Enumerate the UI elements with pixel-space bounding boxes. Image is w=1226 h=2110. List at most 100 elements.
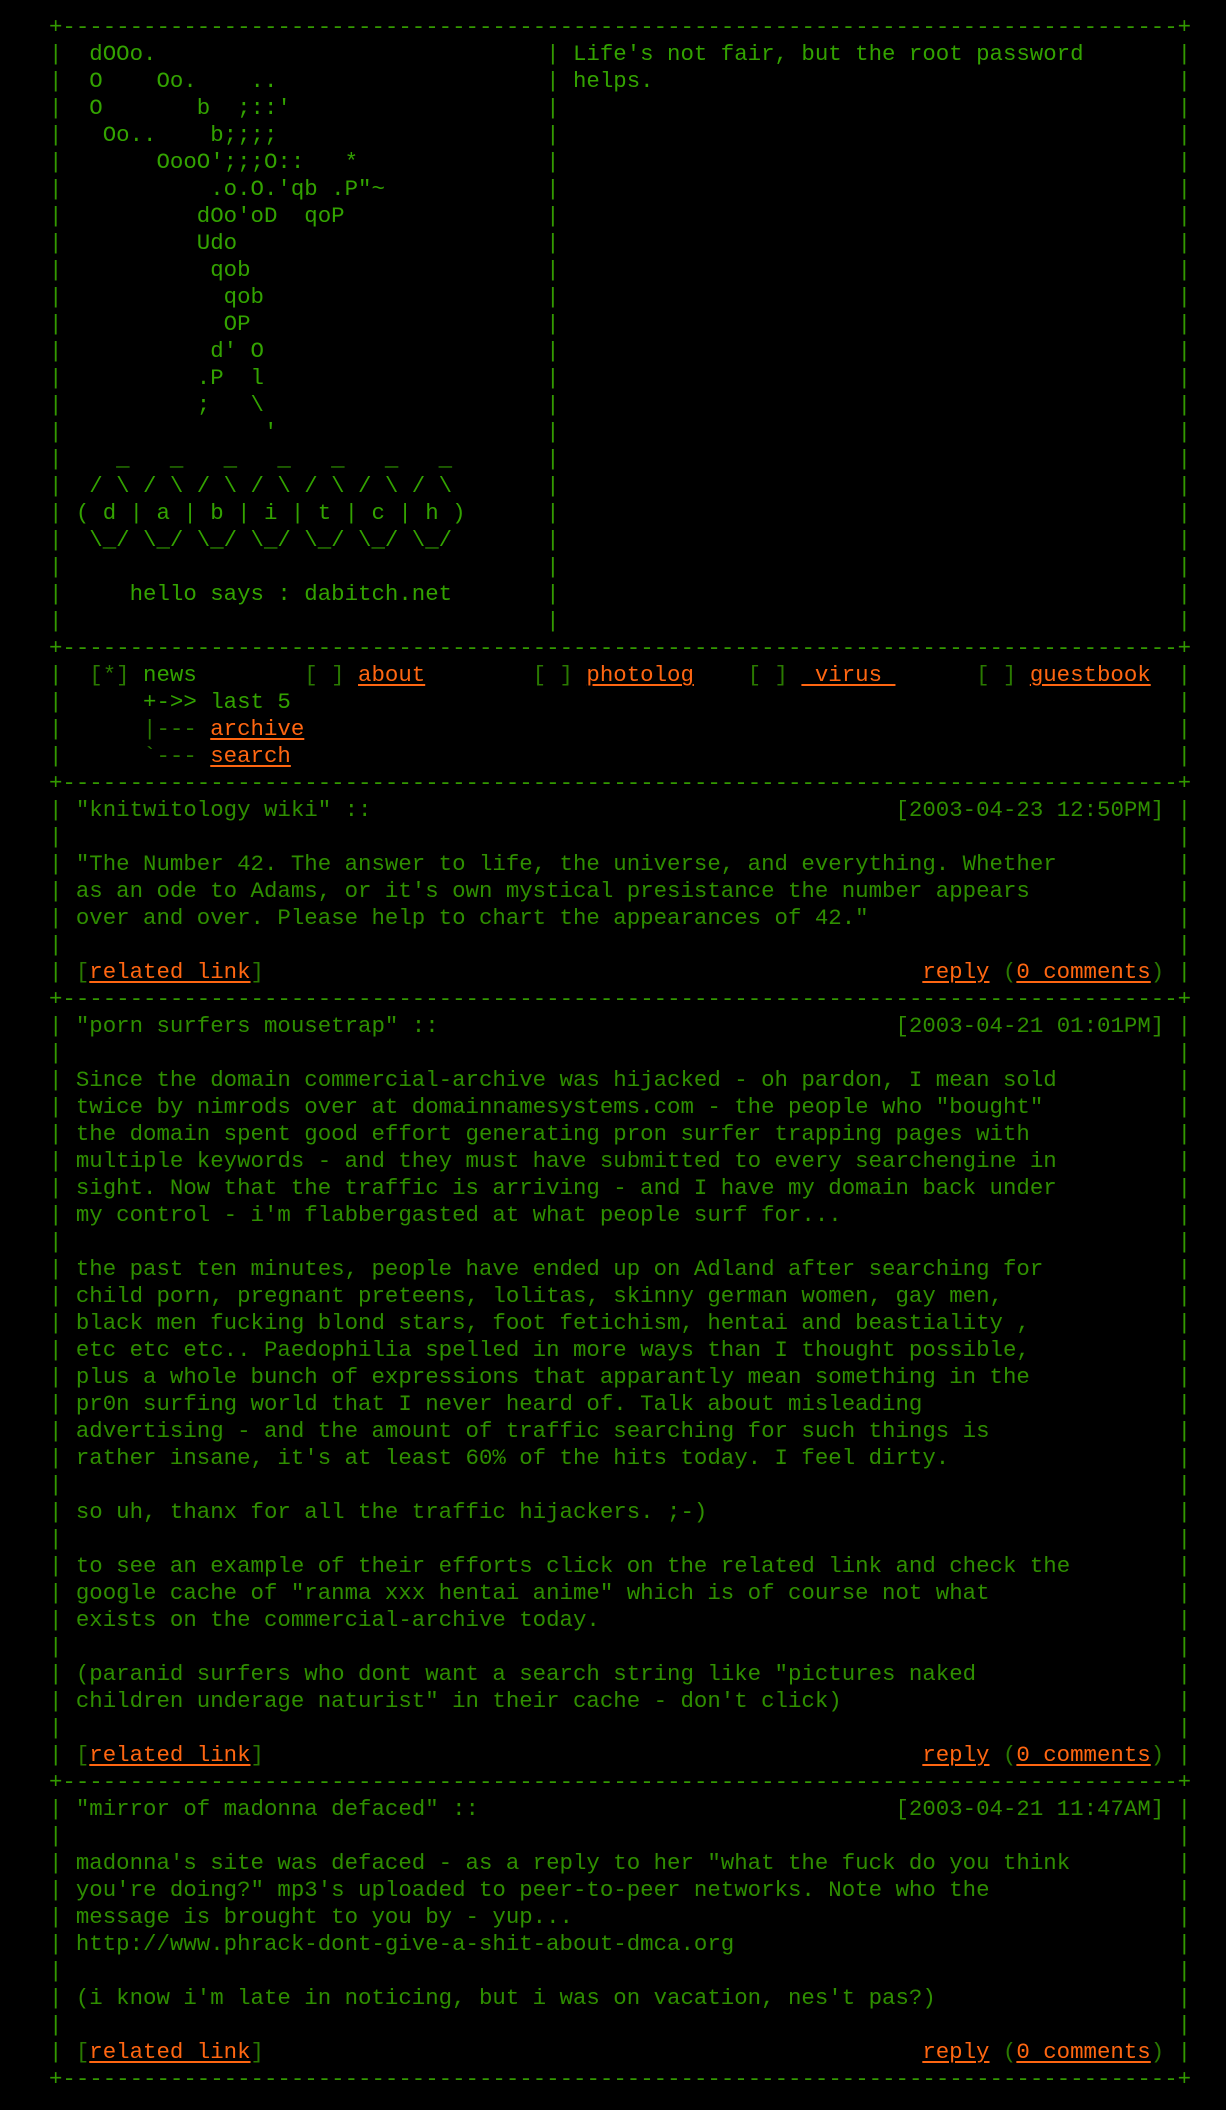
- post-title-row: | "mirror of madonna defaced" :: [2003-04…: [49, 1796, 1191, 1823]
- border-pipe: |: [1177, 1715, 1192, 1741]
- comments-link[interactable]: 0 comments: [1016, 959, 1150, 985]
- border-pipe: |: [49, 1364, 63, 1390]
- submenu-tree-branch: +->>: [143, 689, 211, 715]
- border-pipe: |: [1177, 1094, 1192, 1120]
- border-pipe: |: [1177, 1526, 1192, 1552]
- paren: ): [1150, 2039, 1165, 2065]
- empty: [573, 581, 1178, 608]
- reply-link[interactable]: reply: [922, 1742, 989, 1768]
- border-pipe: |: [1177, 1904, 1192, 1930]
- border-pipe: |: [1177, 1418, 1192, 1444]
- border-pipe: |: [49, 1283, 63, 1309]
- border-pipe: |: [49, 392, 63, 418]
- related-link[interactable]: related link: [89, 1742, 250, 1768]
- nav-item-virus[interactable]: [ ] virus: [748, 662, 976, 689]
- border-pipe: |: [49, 1067, 63, 1093]
- post-date: [2003-04-23 12:50PM]: [895, 797, 1165, 823]
- border-pipe: |: [1177, 1796, 1192, 1822]
- related-link[interactable]: related link: [89, 959, 250, 985]
- blank-row: | |: [49, 1715, 1191, 1742]
- empty: [573, 176, 1178, 203]
- submenu-item-archive[interactable]: |--- archive: [62, 716, 1177, 743]
- border-pipe: |: [49, 2012, 63, 2038]
- border-pipe: |: [546, 257, 560, 283]
- post-body-line: | twice by nimrods over at domainnamesys…: [49, 1094, 1191, 1121]
- submenu-prefix: [62, 716, 143, 742]
- nav-item-about[interactable]: [ ] about: [304, 662, 532, 689]
- post-body-line-text: plus a whole bunch of expressions that a…: [75, 1364, 1030, 1390]
- nav-menu: | [*] news[ ] about[ ] photolog[ ] virus…: [49, 662, 1191, 689]
- border-pipe: |: [49, 1580, 63, 1606]
- border-pipe: |: [49, 149, 63, 175]
- border-pipe: |: [1177, 365, 1192, 391]
- post-body-line: | exists on the commercial-archive today…: [49, 1607, 1191, 1634]
- submenu-item-search[interactable]: `--- search: [62, 743, 1177, 770]
- nav-link[interactable]: about: [358, 662, 425, 688]
- border-pipe: |: [1177, 41, 1192, 67]
- nav-item-guestbook[interactable]: [ ] guestbook: [976, 662, 1151, 689]
- reply-link[interactable]: reply: [922, 959, 989, 985]
- comments-link[interactable]: 0 comments: [1016, 1742, 1150, 1768]
- border-pipe: |: [49, 527, 63, 553]
- empty: [573, 392, 1178, 419]
- ascii-art-line: / \ / \ / \ / \ / \ / \ / \: [62, 473, 453, 499]
- border-line: +---------------------------------------…: [49, 1769, 1191, 1796]
- border-pipe: |: [1177, 311, 1192, 337]
- ascii-art-line: qob: [62, 284, 264, 310]
- empty: [573, 95, 1178, 122]
- border-pipe: |: [49, 1553, 63, 1579]
- header-row: | hello says : dabitch.net | |: [49, 581, 1191, 608]
- border-pipe: |: [1177, 338, 1192, 364]
- reply-link[interactable]: reply: [922, 2039, 989, 2065]
- border-pipe: |: [49, 662, 63, 688]
- nav-item-news[interactable]: [*] news: [89, 662, 304, 689]
- border-pipe: |: [1177, 878, 1192, 904]
- nav-item-photolog[interactable]: [ ] photolog: [533, 662, 748, 689]
- submenu-link[interactable]: archive: [210, 716, 304, 742]
- post-body-line-text: madonna's site was defaced - as a reply …: [75, 1850, 1071, 1876]
- border-pipe: |: [49, 1175, 63, 1201]
- border-pipe: |: [1177, 284, 1192, 310]
- border-pipe: |: [1177, 1472, 1192, 1498]
- ascii-art-line: ': [62, 419, 278, 445]
- border-pipe: |: [1177, 1283, 1192, 1309]
- border-pipe: |: [49, 1472, 63, 1498]
- border-line-chars: +---------------------------------------…: [49, 2066, 1192, 2092]
- border-pipe: |: [1177, 554, 1192, 580]
- border-pipe: |: [1177, 1580, 1192, 1606]
- border-pipe: |: [1177, 122, 1192, 148]
- post-body-line: | child porn, pregnant preteens, lolitas…: [49, 1283, 1191, 1310]
- border-pipe: |: [1177, 1067, 1192, 1093]
- ascii-art-line: .P l: [62, 365, 264, 391]
- post-title: "porn surfers mousetrap" ::: [75, 1013, 439, 1039]
- submenu-link[interactable]: search: [210, 743, 291, 769]
- empty: [573, 500, 1178, 527]
- post-links-row: | [related link] reply (0 comments) |: [49, 1742, 1191, 1769]
- ascii-art-line: hello says : dabitch.net: [62, 581, 453, 607]
- post-body-line-text: over and over. Please help to chart the …: [75, 905, 869, 931]
- border-pipe: |: [546, 500, 560, 526]
- border-pipe: |: [1177, 1742, 1192, 1768]
- nav-link[interactable]: guestbook: [1030, 662, 1151, 688]
- border-pipe: |: [1177, 797, 1192, 823]
- border-line: +---------------------------------------…: [49, 770, 1191, 797]
- border-pipe: |: [1177, 1445, 1192, 1471]
- blank-row-text: [76, 2012, 1164, 2039]
- border-pipe: |: [1177, 1688, 1192, 1714]
- nav-link[interactable]: virus: [801, 662, 895, 688]
- border-line: +---------------------------------------…: [49, 986, 1191, 1013]
- post-body-line-text: exists on the commercial-archive today.: [75, 1607, 600, 1633]
- border-pipe: |: [1177, 392, 1192, 418]
- blank-row-text: [76, 1040, 1164, 1067]
- blank-row: | |: [49, 2012, 1191, 2039]
- border-pipe: |: [49, 1607, 63, 1633]
- related-link[interactable]: related link: [89, 2039, 250, 2065]
- header-row: | / \ / \ / \ / \ / \ / \ / \ | |: [49, 473, 1191, 500]
- post-body-line: | (i know i'm late in noticing, but i wa…: [49, 1985, 1191, 2012]
- post-body-line: | plus a whole bunch of expressions that…: [49, 1364, 1191, 1391]
- nav-link[interactable]: photolog: [586, 662, 694, 688]
- post-body-line-text: you're doing?" mp3's uploaded to peer-to…: [75, 1877, 990, 1903]
- paren: (: [989, 1742, 1017, 1768]
- comments-link[interactable]: 0 comments: [1016, 2039, 1150, 2065]
- post-body-line: | Since the domain commercial-archive wa…: [49, 1067, 1191, 1094]
